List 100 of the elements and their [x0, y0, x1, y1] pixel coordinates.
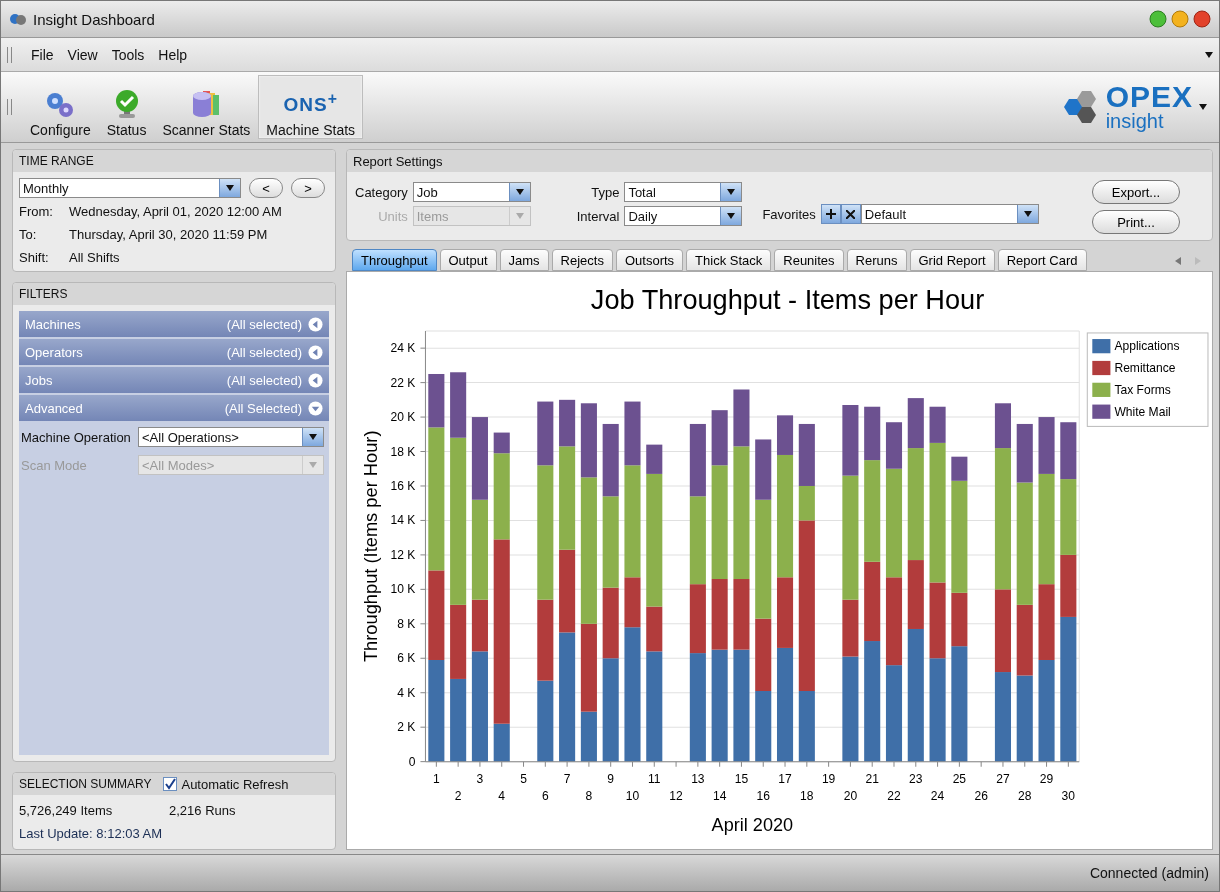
dropdown[interactable]: Monthly — [19, 178, 241, 198]
tick-label: 29 — [1039, 771, 1054, 786]
tab[interactable]: Reunites — [774, 249, 844, 271]
tab[interactable]: Thick Stack — [686, 249, 772, 271]
caret-icon — [1023, 211, 1032, 217]
toolbar-button[interactable]: ONS$^{+}$ Machine Stats — [258, 75, 364, 139]
minimize-button[interactable] — [1149, 10, 1167, 28]
action-button[interactable]: Print... — [1092, 210, 1180, 234]
filter-summary: (All selected) — [226, 344, 302, 360]
remove-button[interactable] — [840, 204, 861, 224]
legend-label: Remittance — [1114, 361, 1176, 376]
collapsed-icon[interactable] — [308, 344, 323, 360]
tab[interactable]: Throughput — [352, 249, 437, 271]
menu-item[interactable]: View — [62, 44, 103, 65]
tick-label: 11 — [648, 771, 661, 786]
run-count: 2,216 Runs — [169, 803, 237, 818]
app-icon — [9, 12, 27, 26]
close-icon — [846, 209, 856, 219]
window-title: Insight Dashboard — [33, 10, 156, 28]
tick-label: 4 — [498, 789, 506, 804]
caret-icon — [727, 213, 736, 219]
expanded-icon[interactable] — [308, 400, 323, 416]
tick-label: 16 K — [390, 479, 416, 494]
dropdown[interactable]: Daily — [624, 206, 743, 226]
field-value: Thursday, April 30, 2020 11:59 PM — [69, 227, 269, 242]
panel-title: SELECTION SUMMARY — [19, 777, 152, 791]
caret-icon — [727, 189, 736, 195]
tick-label: 0 — [408, 754, 416, 769]
tick-label: 3 — [476, 771, 484, 786]
menu-item[interactable]: Help — [153, 44, 193, 65]
tick-label: 6 K — [397, 651, 416, 666]
close-button[interactable] — [1193, 10, 1211, 28]
tick-label: 23 — [909, 771, 923, 786]
tick-label: 10 K — [390, 582, 416, 597]
tab[interactable]: Outsorts — [615, 249, 684, 271]
legend-label: Applications — [1114, 339, 1180, 354]
action-button[interactable]: Export... — [1092, 180, 1180, 204]
item-count: 5,726,249 Items — [19, 803, 114, 818]
bar — [1060, 422, 1077, 480]
collapsed-icon[interactable] — [308, 372, 323, 388]
tab[interactable]: Grid Report — [909, 249, 995, 271]
field-label: Type — [591, 184, 620, 200]
tab[interactable]: Jams — [499, 249, 549, 271]
dropdown[interactable]: <All Operations> — [138, 427, 324, 447]
toolbar-button[interactable]: Status — [98, 75, 155, 139]
tab[interactable]: Rejects — [551, 249, 613, 271]
field-label: From: — [19, 204, 54, 219]
caret-icon — [309, 462, 317, 468]
filter-name: Operators — [25, 344, 84, 360]
tick-label: 20 — [843, 789, 858, 804]
tick-label: 4 K — [397, 685, 416, 700]
brand-name: OPEX — [1105, 83, 1193, 111]
field-label: Machine Operation — [21, 429, 132, 445]
tick-label: 24 — [930, 789, 945, 804]
field-label: Shift: — [19, 250, 50, 265]
database-icon — [191, 89, 222, 119]
tick-label: 30 — [1061, 789, 1076, 804]
tick-label: 25 — [952, 771, 967, 786]
toolbar-button[interactable]: Configure — [22, 75, 99, 139]
tick-label: 24 K — [390, 341, 416, 356]
menu-item[interactable]: Tools — [106, 44, 150, 65]
tick-label: 8 K — [397, 616, 416, 631]
tick-label: 18 K — [390, 444, 416, 459]
scroll-left-icon[interactable] — [1175, 257, 1181, 265]
tick-label: 2 — [454, 789, 462, 804]
dropdown[interactable]: Total — [624, 182, 743, 202]
dropdown[interactable]: Job — [412, 182, 531, 202]
caret-icon — [226, 185, 234, 191]
tick-label: 27 — [996, 771, 1010, 786]
tab[interactable]: Reruns — [846, 249, 907, 271]
field-label: Units — [378, 208, 408, 224]
tick-label: 9 — [607, 771, 615, 786]
logo-text: ONS$^{+}$ — [283, 88, 338, 117]
tick-label: 17 — [778, 771, 792, 786]
tick-label: 20 K — [390, 410, 416, 425]
caret-icon — [309, 434, 317, 440]
tick-label: 10 — [625, 789, 640, 804]
tick-label: 18 — [800, 789, 814, 804]
tab[interactable]: Report Card — [997, 249, 1087, 271]
collapsed-icon[interactable] — [308, 316, 323, 332]
caret-icon — [515, 213, 524, 219]
tab[interactable]: Output — [439, 249, 497, 271]
field-label: To: — [19, 227, 38, 242]
check-icon — [164, 778, 177, 790]
checkbox-label: Automatic Refresh — [181, 776, 289, 792]
add-button[interactable] — [820, 204, 841, 224]
maximize-button[interactable] — [1171, 10, 1189, 28]
toolbar-button[interactable]: Scanner Stats — [154, 75, 259, 139]
next-button[interactable]: > — [291, 178, 325, 198]
menu-item[interactable]: File — [26, 44, 59, 65]
axis-title: April 2020 — [711, 814, 794, 835]
dropdown[interactable]: Default — [860, 204, 1039, 224]
filter-name: Jobs — [25, 372, 54, 388]
previous-button[interactable]: < — [249, 178, 283, 198]
caret-icon — [1205, 51, 1213, 58]
checkbox[interactable] — [163, 777, 178, 791]
plus-icon — [825, 209, 836, 219]
caret-icon — [1199, 104, 1207, 110]
tick-label: 14 — [712, 789, 727, 804]
field-label: Favorites — [762, 206, 816, 222]
